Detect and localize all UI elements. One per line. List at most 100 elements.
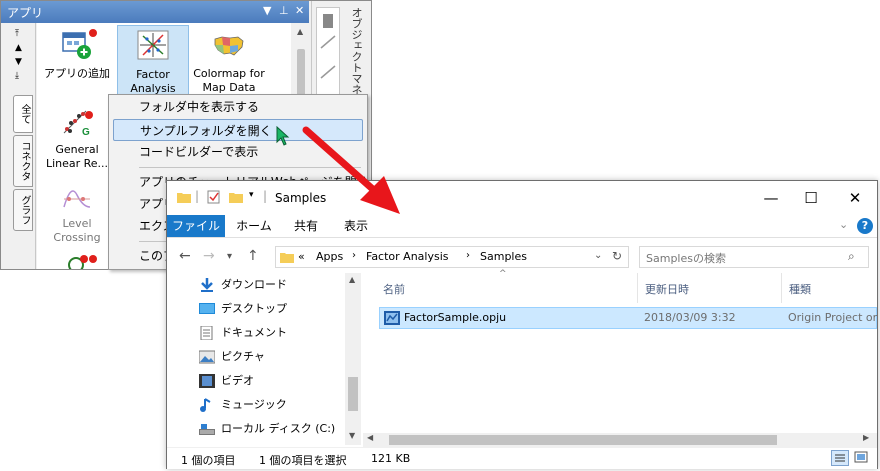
nav-item-label: ビデオ xyxy=(221,374,254,387)
tab-all[interactable]: 全て xyxy=(13,95,33,133)
nav-item-label: ドキュメント xyxy=(221,326,287,339)
column-header-date[interactable]: 更新日時 xyxy=(645,281,689,297)
app-tile-add[interactable]: アプリの追加 xyxy=(41,25,113,99)
scroll-bottom-icon[interactable]: ⤓ xyxy=(15,71,19,81)
column-divider[interactable] xyxy=(781,273,782,303)
app-label: General xyxy=(55,143,99,156)
video-icon xyxy=(199,374,215,388)
nav-item-label: ローカル ディスク (C:) xyxy=(221,422,336,435)
nav-scrollbar[interactable]: ▲ ▼ xyxy=(345,273,361,445)
breadcrumb-apps[interactable]: Apps xyxy=(316,250,343,263)
navigation-bar: ← → ▾ ↑ « Apps › Factor Analysis › Sampl… xyxy=(167,241,877,273)
app-tile-glm[interactable]: G General Linear Re... xyxy=(41,101,113,175)
file-list-hscrollbar-thumb[interactable] xyxy=(389,435,777,445)
new-badge-icon xyxy=(85,111,93,119)
partial-app-icon[interactable] xyxy=(67,255,89,270)
file-row[interactable]: FactorSample.opju 2018/03/09 3:32 Origin… xyxy=(379,307,877,329)
minimize-button[interactable]: — xyxy=(751,187,791,209)
navigation-pane: ダウンロード デスクトップ ドキュメント ピクチャ ビデオ ミュージック ローカ… xyxy=(167,273,363,445)
object-manager-label[interactable]: オブジェクトマネ xyxy=(348,7,364,95)
file-date: 2018/03/09 3:32 xyxy=(644,311,736,324)
svg-text:G: G xyxy=(82,127,90,137)
breadcrumb-chevron-icon[interactable]: › xyxy=(352,250,356,261)
explorer-window: | ▾ | Samples — ☐ ✕ ファイル ホーム 共有 表示 ⌄ ? ←… xyxy=(166,180,878,469)
column-header-name[interactable]: 名前 xyxy=(383,281,405,297)
pin-icon[interactable]: ⊥ xyxy=(279,4,289,17)
scroll-up-icon[interactable]: ▲ xyxy=(297,27,303,36)
nav-item-label: ダウンロード xyxy=(221,278,287,291)
app-label: Level xyxy=(62,217,92,230)
folder-icon xyxy=(280,253,294,263)
sort-indicator-icon: ^ xyxy=(499,269,507,279)
title-divider: | xyxy=(263,189,268,203)
folder-icon xyxy=(177,193,191,203)
title-divider: | xyxy=(195,189,200,203)
scroll-top-icon[interactable]: ⤒ xyxy=(15,29,19,39)
new-folder-icon[interactable] xyxy=(229,191,243,203)
tab-connector[interactable]: コネクタ xyxy=(13,135,33,187)
close-button[interactable]: ✕ xyxy=(835,187,875,209)
address-bar[interactable]: « Apps › Factor Analysis › Samples ⌄ ↻ xyxy=(275,246,629,268)
scroll-up-icon[interactable]: ▲ xyxy=(349,275,355,284)
scroll-right-icon[interactable]: ▶ xyxy=(863,433,869,442)
tab-file[interactable]: ファイル xyxy=(167,215,225,237)
desktop-icon xyxy=(199,303,215,314)
file-name: FactorSample.opju xyxy=(404,311,507,324)
search-icon[interactable]: ⌕ xyxy=(848,249,855,264)
breadcrumb-samples[interactable]: Samples xyxy=(480,250,527,263)
refresh-icon[interactable]: ↻ xyxy=(612,249,622,263)
details-view-icon[interactable] xyxy=(831,450,849,466)
large-icons-view-icon[interactable] xyxy=(853,450,871,466)
breadcrumb-factor-analysis[interactable]: Factor Analysis xyxy=(366,250,449,263)
recent-locations-icon[interactable]: ▾ xyxy=(227,251,232,262)
level-crossing-icon xyxy=(63,190,91,208)
scroll-up-icon[interactable]: ▲ xyxy=(15,43,22,53)
scroll-down-icon[interactable]: ▼ xyxy=(349,431,355,440)
tab-graph[interactable]: グラフ xyxy=(13,189,33,231)
breadcrumb-overflow[interactable]: « xyxy=(298,250,305,263)
quick-access-dropdown-icon[interactable]: ▾ xyxy=(249,190,254,200)
app-tile-level-crossing[interactable]: Level Crossing xyxy=(41,175,113,249)
app-label-2: Linear Re... xyxy=(45,157,109,170)
status-selected: 1 個の項目を選択 xyxy=(259,454,347,467)
scroll-left-icon[interactable]: ◀ xyxy=(367,433,373,442)
music-icon xyxy=(200,398,211,412)
up-icon[interactable]: ↑ xyxy=(247,248,259,264)
forward-icon[interactable]: → xyxy=(203,248,215,264)
address-dropdown-icon[interactable]: ⌄ xyxy=(594,250,602,261)
pictures-icon xyxy=(199,350,215,364)
nav-item-label: ミュージック xyxy=(221,398,287,411)
app-tile-factor-analysis[interactable]: Factor Analysis xyxy=(117,25,189,99)
factor-analysis-icon xyxy=(137,30,169,60)
column-divider[interactable] xyxy=(637,273,638,303)
arrow-indicator-icon xyxy=(302,126,400,214)
apps-titlebar[interactable]: アプリ ▼ ⊥ ✕ xyxy=(1,1,309,23)
app-label: Colormap for xyxy=(193,67,265,80)
app-label-2: Map Data xyxy=(202,81,256,94)
back-icon[interactable]: ← xyxy=(179,248,191,264)
breadcrumb-chevron-icon[interactable]: › xyxy=(466,250,470,261)
document-icon xyxy=(200,326,213,340)
search-box[interactable]: Samplesの検索 ⌕ xyxy=(639,246,869,268)
drive-icon xyxy=(199,424,215,435)
app-tile-colormap[interactable]: Colormap for Map Data xyxy=(191,25,267,99)
panel-menu-icon[interactable]: ▼ xyxy=(263,4,271,17)
nav-scrollbar-thumb[interactable] xyxy=(348,377,358,411)
explorer-titlebar[interactable]: | ▾ | Samples — ☐ ✕ xyxy=(167,181,877,215)
side-rail: ⤒ ▲ ▼ ⤓ 全て コネクタ グラフ xyxy=(1,23,36,269)
help-icon[interactable]: ? xyxy=(857,218,873,234)
status-bar: 1 個の項目 1 個の項目を選択 121 KB xyxy=(167,447,877,469)
cursor-icon xyxy=(276,126,290,146)
menu-item-show-folder[interactable]: フォルダ中を表示する xyxy=(109,96,367,118)
ribbon-tabs: ファイル ホーム 共有 表示 ⌄ ? xyxy=(167,215,877,238)
maximize-button[interactable]: ☐ xyxy=(791,187,831,209)
scroll-down-icon[interactable]: ▼ xyxy=(15,57,22,67)
status-item-count: 1 個の項目 xyxy=(181,454,236,467)
file-list: ^ 名前 更新日時 種類 FactorSample.opju 2018/03/0… xyxy=(363,269,877,445)
properties-icon[interactable] xyxy=(207,190,221,204)
column-header-type[interactable]: 種類 xyxy=(789,281,811,297)
close-icon[interactable]: ✕ xyxy=(295,4,304,17)
status-size: 121 KB xyxy=(371,452,411,465)
tab-home[interactable]: ホーム xyxy=(229,215,279,237)
ribbon-expand-icon[interactable]: ⌄ xyxy=(839,218,848,231)
